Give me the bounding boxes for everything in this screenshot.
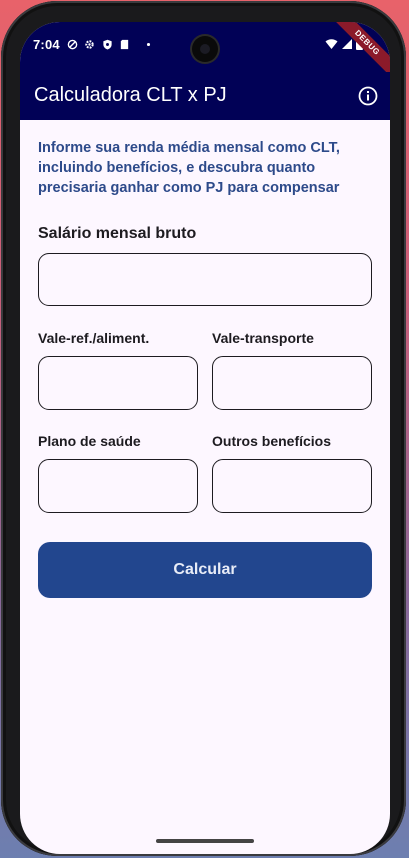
settings-gear-icon <box>85 40 94 49</box>
home-indicator[interactable] <box>156 839 254 843</box>
transport-voucher-label: Vale-transporte <box>212 330 314 346</box>
meal-voucher-input[interactable] <box>38 356 198 410</box>
shield-icon <box>103 39 112 50</box>
sd-card-icon <box>120 39 129 50</box>
calculate-button[interactable]: Calcular <box>38 542 372 598</box>
meal-voucher-label: Vale-ref./aliment. <box>38 330 150 346</box>
salary-label: Salário mensal bruto <box>38 225 197 242</box>
notification-dot-icon <box>146 42 151 47</box>
app-bar: Calculadora CLT x PJ <box>20 72 390 120</box>
other-benefits-label: Outros benefícios <box>212 433 332 449</box>
health-plan-label: Plano de saúde <box>38 433 141 449</box>
app-title: Calculadora CLT x PJ <box>34 84 227 106</box>
phone-frame: 7:04 DEBUG Calculadora CLT x PJ Informe … <box>1 1 406 856</box>
screen: 7:04 DEBUG Calculadora CLT x PJ Informe … <box>20 22 390 854</box>
status-bar: 7:04 DEBUG <box>20 22 390 80</box>
do-not-disturb-icon <box>67 39 78 50</box>
front-camera <box>192 36 218 62</box>
status-time: 7:04 <box>33 37 60 52</box>
other-benefits-input[interactable] <box>212 459 372 513</box>
info-icon[interactable] <box>357 85 379 107</box>
transport-voucher-input[interactable] <box>212 356 372 410</box>
cellular-signal-icon <box>342 39 352 49</box>
health-plan-input[interactable] <box>38 459 198 513</box>
wifi-icon <box>325 39 338 49</box>
salary-input[interactable] <box>38 253 372 306</box>
intro-text: Informe sua renda média mensal como CLT,… <box>38 140 340 196</box>
